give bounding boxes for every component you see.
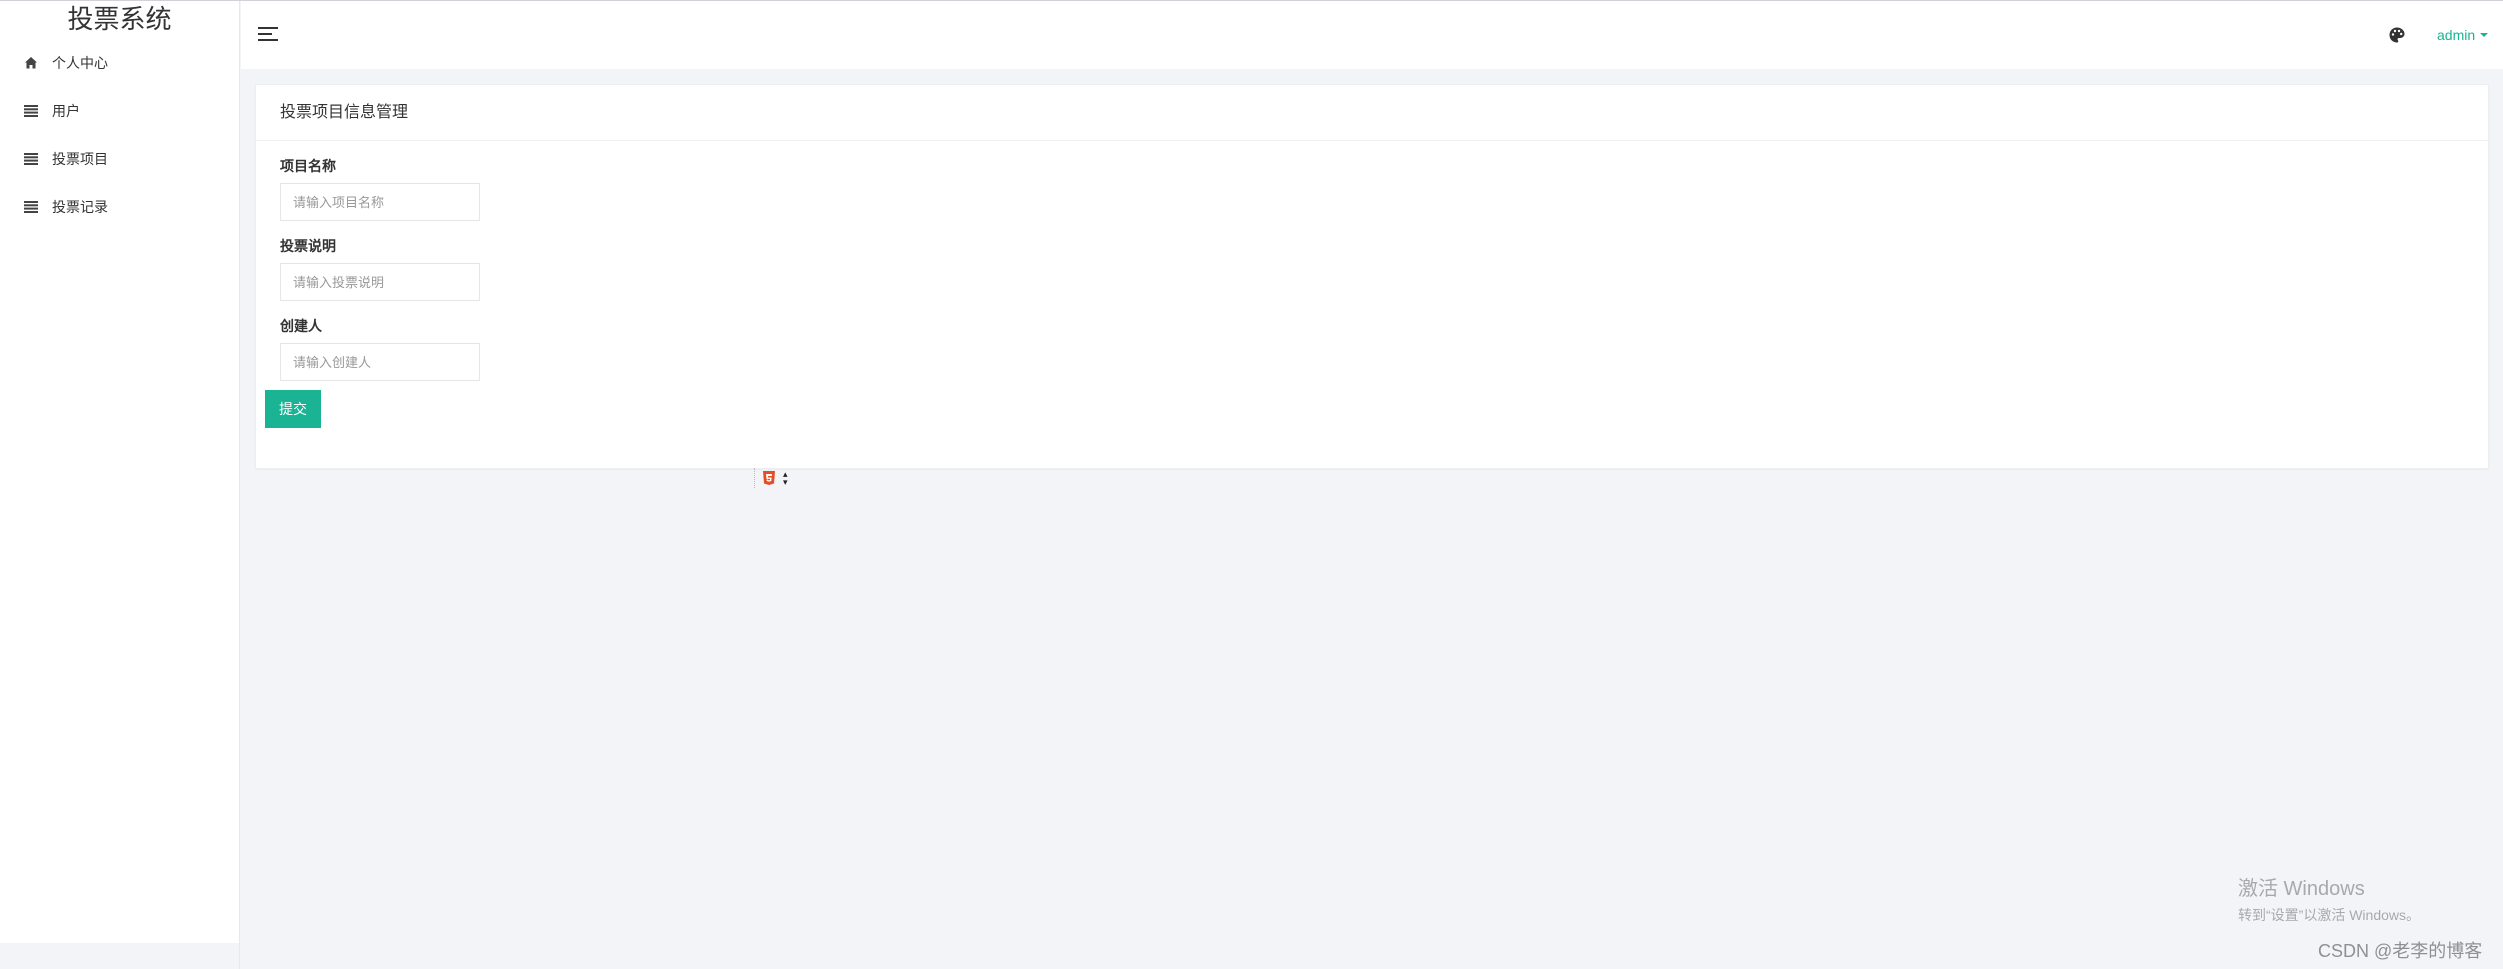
activate-subtitle: 转到“设置”以激活 Windows。	[2238, 907, 2421, 923]
html5-icon	[761, 470, 777, 486]
sidebar-item-label: 个人中心	[52, 55, 108, 71]
user-name: admin	[2437, 27, 2476, 43]
sidebar-item-label: 投票项目	[52, 151, 108, 167]
project-name-input[interactable]	[280, 183, 480, 221]
sidebar-menu: 个人中心 用户 投票项目 投票记录	[0, 39, 239, 231]
list-icon	[22, 102, 40, 120]
vote-project-form: 项目名称 投票说明 创建人	[280, 157, 480, 397]
list-icon	[22, 150, 40, 168]
sidebar-item-vote-records[interactable]: 投票记录	[0, 183, 239, 231]
submit-button[interactable]: 提交	[265, 390, 321, 428]
sidebar-item-label: 用户	[52, 103, 80, 119]
csdn-watermark: CSDN @老李的博客	[2318, 941, 2483, 961]
sort-arrows-icon: ▴ ▾	[783, 469, 788, 487]
vote-description-input[interactable]	[280, 263, 480, 301]
card-title: 投票项目信息管理	[256, 85, 2488, 141]
app-title: 投票系统	[67, 5, 172, 35]
home-icon	[22, 54, 40, 72]
vote-project-form-card: 投票项目信息管理 项目名称 投票说明 创建人 提交	[255, 84, 2489, 469]
windows-activation-watermark: 激活 Windows 转到“设置”以激活 Windows。	[2238, 872, 2420, 925]
sidebar: 投票系统 个人中心 用户 投票项目 投票记录	[0, 1, 240, 943]
creator-label: 创建人	[280, 318, 322, 334]
activate-title: 激活 Windows	[2238, 878, 2365, 900]
html5-widget[interactable]: ▴ ▾	[754, 468, 800, 488]
sidebar-item-profile[interactable]: 个人中心	[0, 39, 239, 87]
list-icon	[22, 198, 40, 216]
hamburger-icon[interactable]	[258, 26, 278, 42]
creator-input[interactable]	[280, 343, 480, 381]
vote-description-label: 投票说明	[280, 238, 336, 254]
caret-down-icon	[2480, 33, 2489, 37]
top-header: admin	[241, 1, 2503, 69]
sidebar-item-label: 投票记录	[52, 199, 108, 215]
project-name-label: 项目名称	[280, 158, 336, 174]
sidebar-footer	[0, 943, 240, 969]
user-menu[interactable]: admin	[2437, 26, 2489, 44]
palette-icon[interactable]	[2388, 26, 2406, 44]
sidebar-item-vote-projects[interactable]: 投票项目	[0, 135, 239, 183]
sidebar-item-users[interactable]: 用户	[0, 87, 239, 135]
